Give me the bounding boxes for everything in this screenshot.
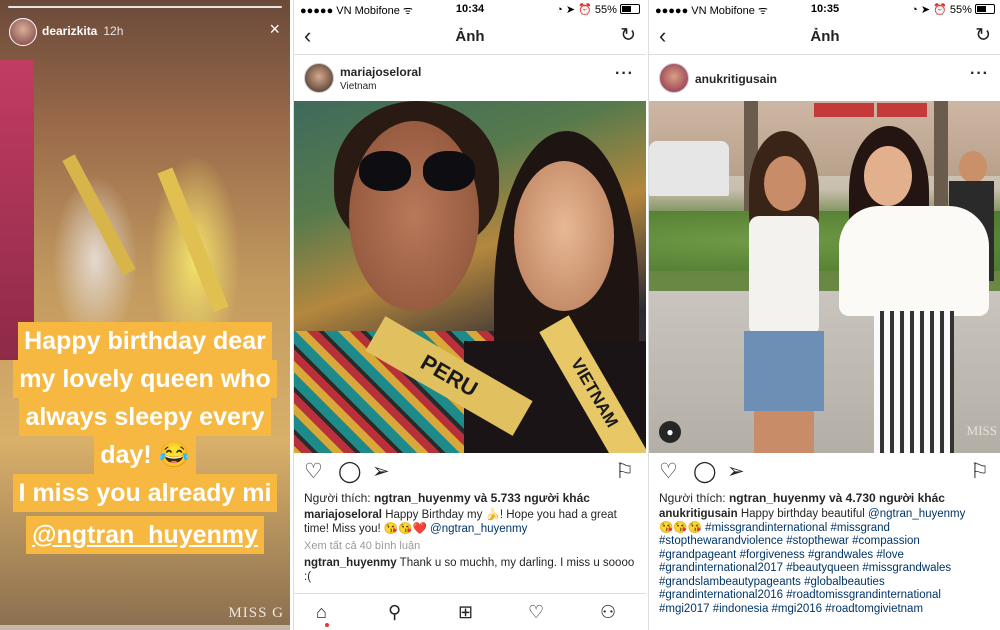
photo-background xyxy=(649,141,729,196)
story-panel: dearizkita 12h × Happy birthday dear my l… xyxy=(0,0,290,630)
top-nav: ‹ Ảnh ↻ xyxy=(294,18,646,55)
photo-figure xyxy=(359,151,479,193)
home-indicator xyxy=(0,625,290,630)
heart-icon[interactable]: ♡ xyxy=(304,461,323,482)
likes-user-link[interactable]: ngtran_huyenmy xyxy=(729,491,826,505)
likes-line: Người thích: ngtran_huyenmy và 4.730 ngư… xyxy=(659,491,945,505)
likes-line: Người thích: ngtran_huyenmy và 5.733 ngư… xyxy=(304,491,590,505)
comment-icon[interactable]: ◯ xyxy=(693,461,717,482)
backdrop-banner xyxy=(0,60,34,360)
caption-mention[interactable]: @ngtran_huyenmy xyxy=(430,523,527,535)
comment-username[interactable]: ngtran_huyenmy xyxy=(304,557,397,569)
post-header: mariajoseloral Vietnam ··· xyxy=(294,55,646,101)
post-photo[interactable]: ● MISS xyxy=(649,101,1000,453)
avatar[interactable] xyxy=(304,63,334,93)
post-username[interactable]: anukritigusain xyxy=(695,72,777,86)
post-username[interactable]: mariajoseloral xyxy=(340,65,421,79)
share-icon[interactable]: ➢ xyxy=(372,461,390,482)
caption-mention[interactable]: @ngtran_huyenmy xyxy=(868,508,965,520)
tagged-people-icon[interactable]: ● xyxy=(659,421,681,443)
caption-line: Happy birthday dear xyxy=(18,322,272,360)
search-icon[interactable]: ⚲ xyxy=(388,602,401,623)
hashtags[interactable]: #missgrandinternational #missgrand xyxy=(705,522,890,534)
story-username[interactable]: dearizkita 12h xyxy=(42,24,123,38)
hashtags[interactable]: #stopthewarandviolence #stopthewar #comp… xyxy=(659,535,920,547)
close-icon[interactable]: × xyxy=(269,20,280,38)
battery-icon xyxy=(620,4,640,14)
caption-line: day! 😂 xyxy=(94,436,196,474)
watermark: MISS xyxy=(966,423,997,438)
top-nav: ‹ Ảnh ↻ xyxy=(649,18,1000,55)
status-bar: ●●●●● VN Mobifone ᯤ 10:35 ◔ ➤ ⏰ 55% xyxy=(649,0,1000,18)
battery-indicator: ◔ ➤ ⏰ 55% xyxy=(556,3,640,16)
photo-background xyxy=(814,103,874,117)
page-title: Ảnh xyxy=(455,28,485,45)
more-options-icon[interactable]: ··· xyxy=(970,65,989,83)
post-panel-1: ●●●●● VN Mobifone ᯤ 10:34 ◔ ➤ ⏰ 55% ‹ Ản… xyxy=(293,0,646,630)
battery-indicator: ◔ ➤ ⏰ 55% xyxy=(911,3,995,16)
home-icon[interactable]: ⌂ xyxy=(316,602,327,623)
caption-username[interactable]: anukritigusain xyxy=(659,508,738,520)
bottom-tab-bar: ⌂ ⚲ ⊞ ♡ ⚇ xyxy=(294,593,646,630)
photo-figure xyxy=(514,161,614,311)
activity-heart-icon[interactable]: ♡ xyxy=(528,602,544,623)
hashtags[interactable]: #grandslambeautypageants #globalbeauties xyxy=(659,576,885,588)
more-options-icon[interactable]: ··· xyxy=(615,65,634,83)
comment-icon[interactable]: ◯ xyxy=(338,461,362,482)
status-bar: ●●●●● VN Mobifone ᯤ 10:34 ◔ ➤ ⏰ 55% xyxy=(294,0,646,18)
story-mention-link[interactable]: @ngtran_huyenmy xyxy=(26,516,264,554)
heart-icon[interactable]: ♡ xyxy=(659,461,678,482)
view-all-comments-link[interactable]: Xem tất cả 40 bình luận xyxy=(294,536,646,556)
story-caption: Happy birthday dear my lovely queen who … xyxy=(0,322,290,512)
bookmark-icon[interactable]: ⚐ xyxy=(615,461,634,482)
hashtags[interactable]: #mgi2017 #indonesia #mgi2016 #roadtomgiv… xyxy=(659,603,923,615)
photo-figure xyxy=(349,121,479,311)
bookmark-icon[interactable]: ⚐ xyxy=(970,461,989,482)
hashtags[interactable]: #grandinternational2016 #roadtomissgrand… xyxy=(659,589,941,601)
story-progress-bar xyxy=(8,6,282,8)
avatar[interactable] xyxy=(9,18,37,46)
comment: ngtran_huyenmy Thank u so muchh, my darl… xyxy=(304,557,635,583)
add-post-icon[interactable]: ⊞ xyxy=(458,602,473,623)
avatar[interactable] xyxy=(659,63,689,93)
hashtags[interactable]: #grandpageant #forgiveness #grandwales #… xyxy=(659,549,904,561)
post-header: anukritigusain ··· xyxy=(649,55,1000,101)
caption-username[interactable]: mariajoseloral xyxy=(304,509,382,521)
watermark: MISS G xyxy=(228,605,284,621)
caption-line: my lovely queen who xyxy=(13,360,277,398)
hashtags[interactable]: #grandinternational2017 #beautyqueen #mi… xyxy=(659,562,951,574)
post-caption: mariajoseloral Happy Birthday my 🍌! Hope… xyxy=(304,509,617,535)
post-actions: ♡ ◯ ➢ ⚐ xyxy=(649,453,1000,491)
post-location[interactable]: Vietnam xyxy=(340,81,377,92)
post-panel-2: ●●●●● VN Mobifone ᯤ 10:35 ◔ ➤ ⏰ 55% ‹ Ản… xyxy=(648,0,1000,630)
profile-icon[interactable]: ⚇ xyxy=(600,602,616,623)
page-title: Ảnh xyxy=(810,28,840,45)
caption-line: I miss you already mi xyxy=(12,474,278,512)
likes-user-link[interactable]: ngtran_huyenmy xyxy=(374,491,471,505)
post-caption: anukritigusain Happy birthday beautiful … xyxy=(659,508,966,615)
share-icon[interactable]: ➢ xyxy=(727,461,745,482)
refresh-icon[interactable]: ↻ xyxy=(975,24,991,47)
photo-figure xyxy=(839,126,989,453)
photo-figure xyxy=(734,131,834,453)
refresh-icon[interactable]: ↻ xyxy=(620,24,636,47)
photo-background xyxy=(877,103,927,117)
caption-line: always sleepy every xyxy=(19,398,271,436)
story-time: 12h xyxy=(103,24,124,38)
post-photo[interactable]: PERU VIETNAM xyxy=(294,101,646,453)
post-actions: ♡ ◯ ➢ ⚐ xyxy=(294,453,646,491)
notification-dot xyxy=(325,623,329,627)
battery-icon xyxy=(975,4,995,14)
